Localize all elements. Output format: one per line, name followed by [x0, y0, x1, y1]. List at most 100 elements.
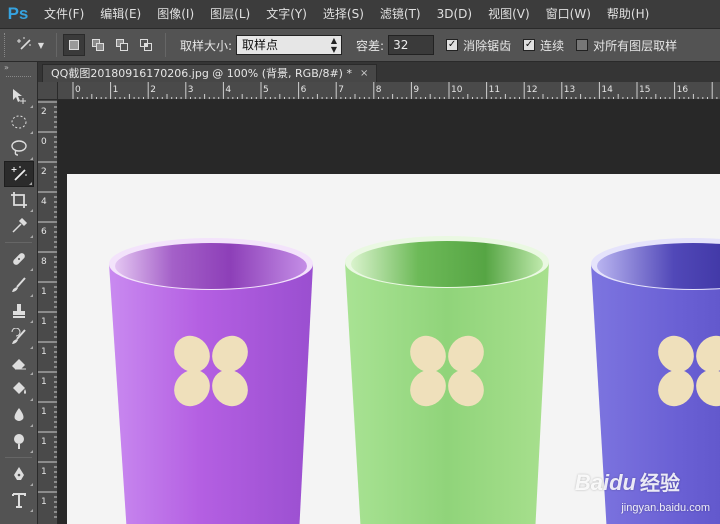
vertical-ruler[interactable]: 2 0 2 4 6 8 1 1 1 1 1 1 1 1	[38, 100, 58, 524]
ruler-label: 7	[338, 85, 344, 95]
eyedropper-icon	[12, 217, 28, 233]
menu-edit[interactable]: 编辑(E)	[92, 0, 149, 28]
sample-size-select[interactable]: 取样点 ▲ ▼	[236, 35, 343, 55]
blur-tool[interactable]	[4, 402, 34, 428]
tool-flyout-indicator	[30, 235, 33, 238]
chevron-down-icon: ▼	[37, 40, 45, 50]
anti-alias-checkbox[interactable]: ✓	[446, 39, 459, 51]
horizontal-ruler[interactable]: 0 1 2 3 4 5 6 7 8 9 10 11 12 13 14 15 16	[58, 82, 720, 100]
pen-tool[interactable]	[4, 461, 34, 487]
document-tab[interactable]: QQ截图20180916170206.jpg @ 100% (背景, RGB/8…	[42, 64, 378, 82]
move-tool[interactable]	[4, 83, 34, 109]
ruler-label: 11	[489, 85, 500, 95]
move-icon	[13, 89, 26, 104]
history-brush-icon	[11, 328, 26, 344]
ruler-label: 5	[263, 85, 269, 95]
watermark-brand: Baidu	[574, 470, 636, 495]
photoshop-logo[interactable]: Ps	[0, 0, 36, 28]
menu-select[interactable]: 选择(S)	[315, 0, 372, 28]
tool-flyout-indicator	[30, 320, 33, 323]
separator	[165, 33, 166, 57]
tool-flyout-indicator	[30, 398, 33, 401]
magic-wand-tool[interactable]	[4, 161, 34, 187]
sample-all-layers-checkbox[interactable]	[576, 39, 589, 51]
history-brush-tool[interactable]	[4, 324, 34, 350]
marquee-tool[interactable]	[4, 109, 34, 135]
menu-3d[interactable]: 3D(D)	[429, 0, 480, 28]
ruler-label: 12	[526, 85, 537, 95]
contiguous-label: 连续	[540, 38, 565, 53]
horizontal-ruler-ticks: 0 1 2 3 4 5 6 7 8 9 10 11 12 13 14 15 16	[72, 82, 718, 99]
paint-bucket-icon	[13, 382, 26, 394]
canvas-workspace[interactable]: Baidu 经验 jingyan.baidu.com	[59, 101, 720, 524]
new-selection-button[interactable]	[63, 34, 85, 56]
tool-preset-picker[interactable]: ▼	[10, 32, 50, 58]
checkmark-icon: ✓	[447, 39, 457, 50]
ruler-label: 2	[41, 167, 47, 177]
ruler-origin[interactable]	[38, 82, 58, 100]
tool-flyout-indicator	[30, 483, 33, 486]
intersect-selection-icon	[140, 39, 152, 51]
ruler-label: 2	[150, 85, 156, 95]
watermark-brand-cn: 经验	[640, 473, 680, 495]
tool-flyout-indicator	[30, 424, 33, 427]
document-tab-bar: QQ截图20180916170206.jpg @ 100% (背景, RGB/8…	[38, 62, 720, 82]
ruler-label: 1	[41, 497, 47, 507]
menu-view[interactable]: 视图(V)	[480, 0, 538, 28]
document-tab-title: QQ截图20180916170206.jpg @ 100% (背景, RGB/8…	[51, 67, 352, 80]
contiguous-checkbox[interactable]: ✓	[523, 39, 536, 51]
tool-flyout-indicator	[30, 131, 33, 134]
ruler-label: 1	[41, 407, 47, 417]
eraser-tool[interactable]	[4, 350, 34, 376]
crop-tool[interactable]	[4, 187, 34, 213]
lasso-tool[interactable]	[4, 135, 34, 161]
updown-arrows-icon: ▲ ▼	[330, 36, 338, 54]
clone-stamp-tool[interactable]	[4, 298, 34, 324]
anti-alias-label: 消除锯齿	[463, 38, 512, 53]
menu-image[interactable]: 图像(I)	[149, 0, 202, 28]
healing-brush-tool[interactable]	[4, 246, 34, 272]
menu-layer[interactable]: 图层(L)	[202, 0, 258, 28]
tolerance-input[interactable]: 32	[388, 35, 435, 55]
toolbar-grip[interactable]	[6, 76, 31, 81]
tool-flyout-indicator	[30, 209, 33, 212]
ruler-label: 4	[225, 85, 231, 95]
sample-size-value: 取样点	[242, 38, 279, 52]
collapse-toolbar-icon[interactable]: »	[0, 62, 37, 74]
tool-flyout-indicator	[29, 182, 32, 185]
type-tool[interactable]	[4, 487, 34, 513]
brush-tool[interactable]	[4, 272, 34, 298]
eyedropper-tool[interactable]	[4, 213, 34, 239]
ruler-label: 14	[601, 85, 613, 95]
add-to-selection-button[interactable]	[87, 34, 109, 56]
blur-icon	[14, 408, 24, 421]
ruler-label: 8	[376, 85, 382, 95]
separator	[5, 242, 32, 243]
menu-type[interactable]: 文字(Y)	[258, 0, 315, 28]
tool-flyout-indicator	[30, 105, 33, 108]
ruler-label: 13	[564, 85, 575, 95]
ruler-label: 15	[639, 85, 650, 95]
ruler-label: 6	[41, 227, 47, 237]
dodge-tool[interactable]	[4, 428, 34, 454]
ruler-label: 1	[41, 377, 47, 387]
menu-window[interactable]: 窗口(W)	[538, 0, 599, 28]
options-bar: ▼ 取样大小: 取样点 ▲ ▼ 容差: 32 ✓ 消除锯齿 ✓ 连续 对所有图层取…	[0, 28, 720, 62]
eraser-icon	[12, 359, 26, 370]
pen-icon	[14, 467, 24, 480]
subtract-from-selection-button[interactable]	[111, 34, 133, 56]
paint-bucket-tool[interactable]	[4, 376, 34, 402]
tool-flyout-indicator	[30, 346, 33, 349]
magic-wand-icon	[11, 166, 27, 181]
green-cup-body	[345, 262, 549, 524]
intersect-selection-button[interactable]	[135, 34, 157, 56]
crop-icon	[11, 192, 27, 208]
menu-bar: Ps 文件(F) 编辑(E) 图像(I) 图层(L) 文字(Y) 选择(S) 滤…	[0, 0, 720, 28]
menu-help[interactable]: 帮助(H)	[599, 0, 657, 28]
separator	[56, 33, 57, 57]
ruler-label: 6	[301, 85, 307, 95]
close-icon[interactable]: ×	[360, 65, 368, 82]
menu-filter[interactable]: 滤镜(T)	[372, 0, 429, 28]
menu-file[interactable]: 文件(F)	[36, 0, 92, 28]
ruler-label: 1	[41, 467, 47, 477]
